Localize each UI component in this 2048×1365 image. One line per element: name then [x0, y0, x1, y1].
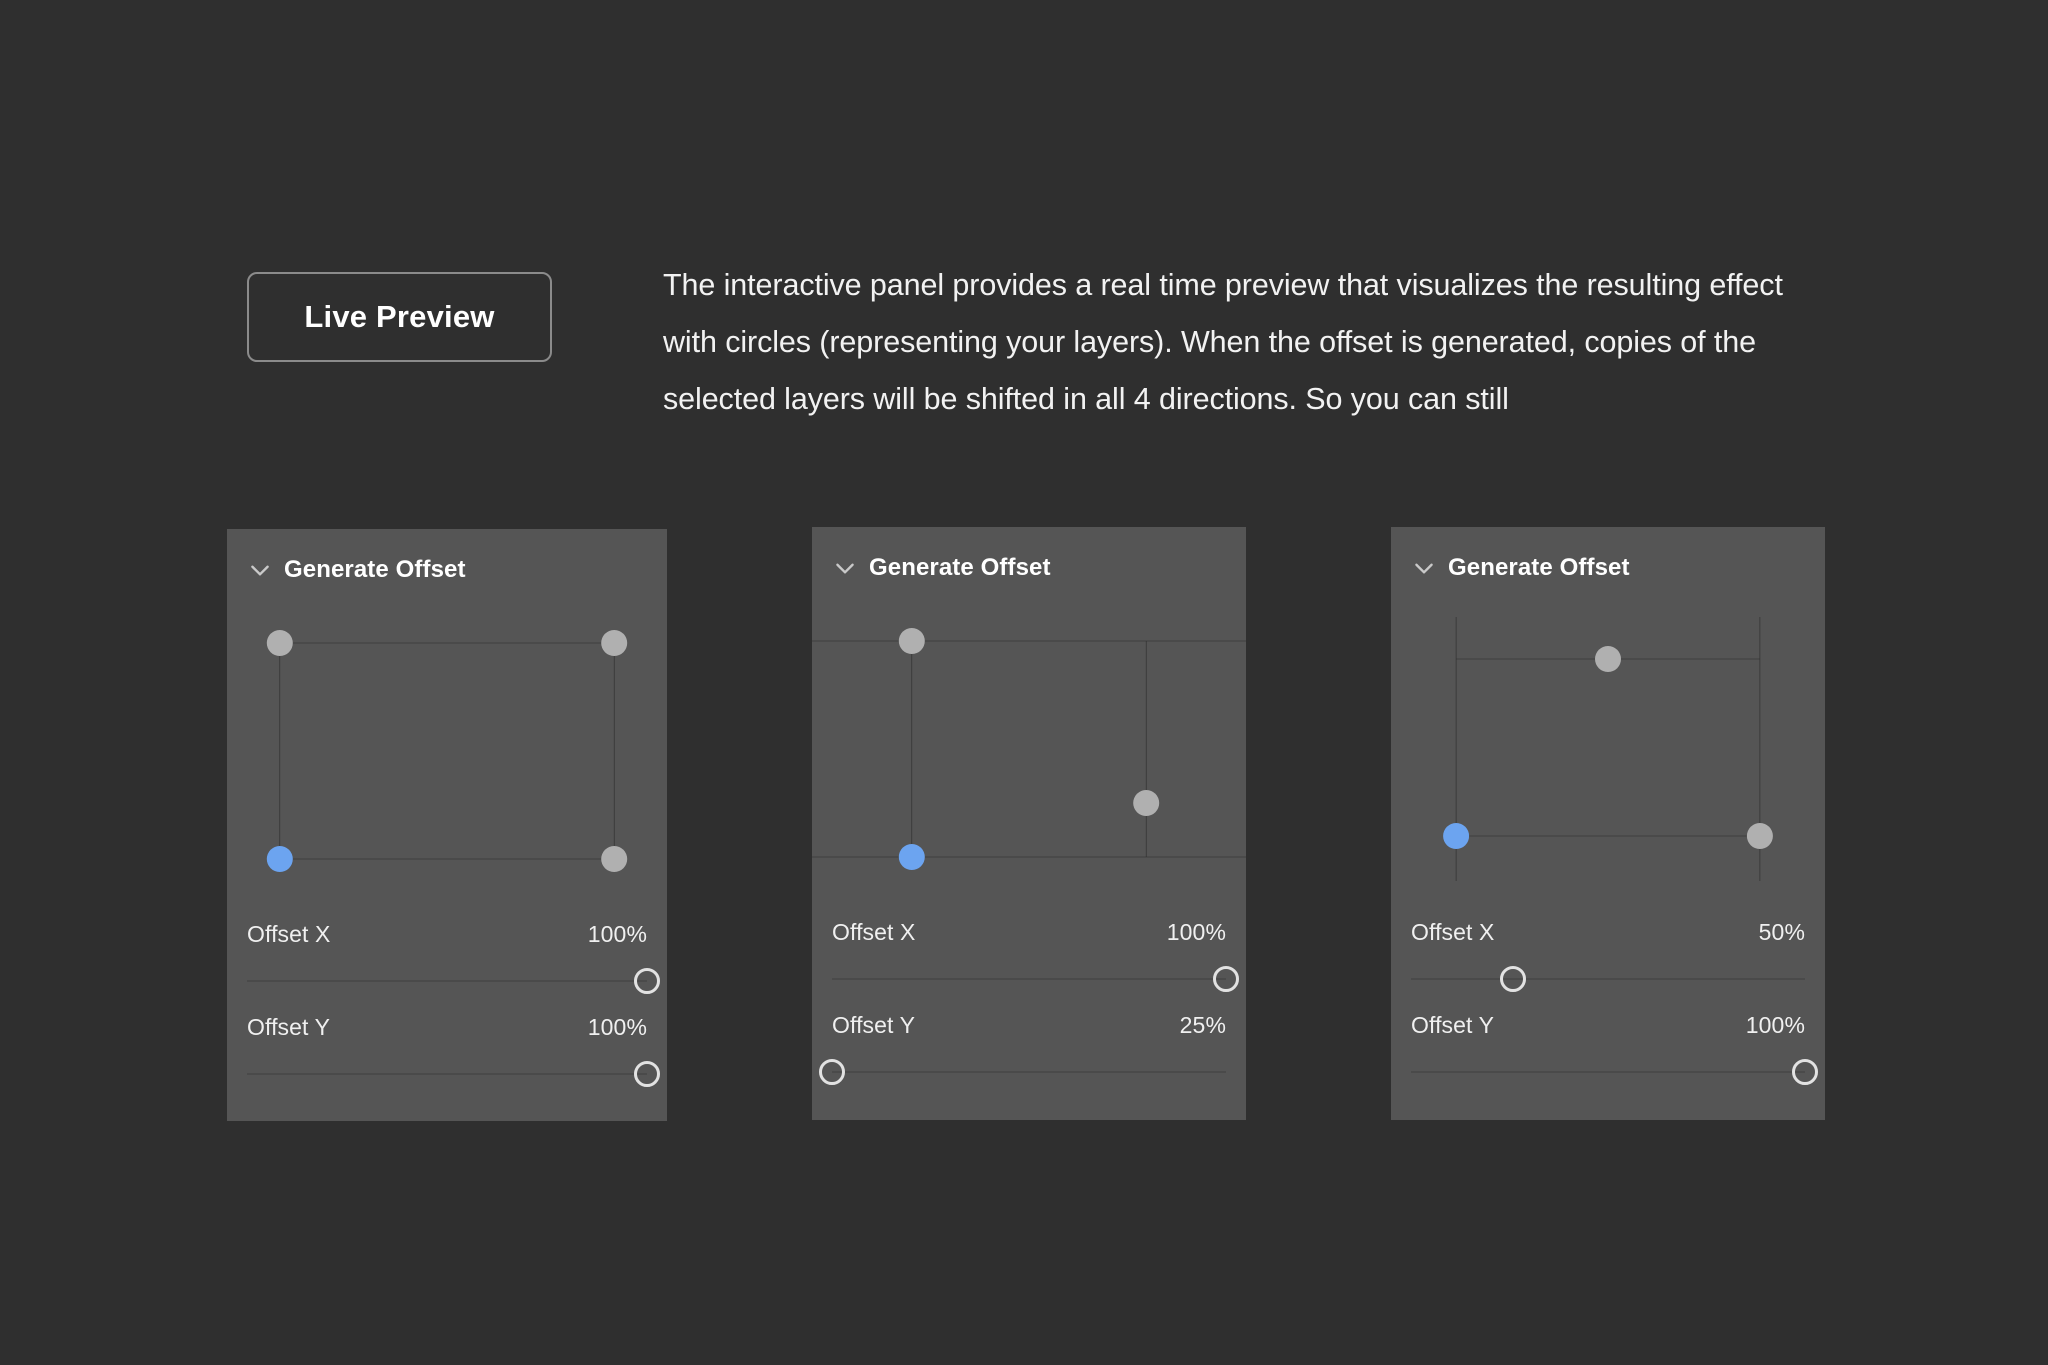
offset-y-label: Offset Y [832, 1012, 916, 1038]
chevron-down-icon[interactable] [1411, 555, 1437, 581]
offset-preview-stage[interactable] [812, 599, 1246, 899]
panel-title: Generate Offset [1448, 554, 1630, 581]
offset-x-labels: Offset X 100% [832, 919, 1226, 949]
offset-x-label: Offset X [832, 919, 916, 945]
offset-y-labels: Offset Y 100% [247, 1014, 647, 1044]
top-right-dot[interactable] [601, 630, 628, 656]
offset-x-slider-group: Offset X 50% [1391, 919, 1825, 999]
header-row: Live Preview The interactive panel provi… [0, 0, 2048, 430]
offset-x-slider[interactable] [247, 961, 660, 1001]
offset-x-handle[interactable] [1213, 966, 1239, 992]
offset-y-handle[interactable] [1792, 1059, 1818, 1085]
offset-x-track[interactable] [1411, 978, 1805, 980]
offset-y-track[interactable] [1411, 1071, 1805, 1073]
offset-y-value: 100% [1745, 1012, 1805, 1038]
panel-title: Generate Offset [284, 556, 466, 583]
bottom-left-dot[interactable] [266, 846, 293, 872]
generate-offset-panel: Generate Offset Offset X 100% Offset Y 1… [227, 529, 667, 1121]
offset-x-handle[interactable] [634, 968, 660, 994]
offset-y-handle[interactable] [634, 1061, 660, 1087]
top-left-dot[interactable] [898, 628, 925, 654]
panel-header[interactable]: Generate Offset [227, 551, 667, 589]
panel-header[interactable]: Generate Offset [1391, 549, 1825, 587]
offset-y-handle[interactable] [819, 1059, 845, 1085]
bottom-right-dot[interactable] [1746, 823, 1773, 849]
offset-y-labels: Offset Y 100% [1411, 1012, 1805, 1042]
offset-x-label: Offset X [1411, 919, 1495, 945]
bottom-right-dot[interactable] [601, 846, 628, 872]
offset-preview-dots [1443, 646, 1773, 849]
offset-x-labels: Offset X 100% [247, 921, 647, 951]
offset-y-track[interactable] [832, 1071, 1226, 1073]
offset-x-slider-group: Offset X 100% [227, 921, 667, 1001]
offset-x-labels: Offset X 50% [1411, 919, 1805, 949]
panel-header[interactable]: Generate Offset [812, 549, 1246, 587]
panel-title: Generate Offset [869, 554, 1051, 581]
offset-x-label: Offset X [247, 921, 331, 947]
offset-y-labels: Offset Y 25% [832, 1012, 1226, 1042]
offset-x-value: 50% [1758, 919, 1805, 945]
chevron-down-icon[interactable] [247, 557, 273, 583]
offset-x-handle[interactable] [1500, 966, 1527, 992]
offset-y-slider-group: Offset Y 100% [227, 1014, 667, 1094]
offset-preview-dots [266, 630, 628, 872]
offset-y-slider[interactable] [247, 1054, 660, 1094]
offset-x-value: 100% [587, 921, 647, 947]
offset-y-track[interactable] [247, 1073, 647, 1075]
live-preview-button[interactable]: Live Preview [247, 272, 552, 362]
intro-paragraph: The interactive panel provides a real ti… [663, 268, 1783, 416]
offset-x-value: 100% [1166, 919, 1226, 945]
offset-y-label: Offset Y [247, 1014, 331, 1040]
offset-x-track[interactable] [247, 980, 647, 982]
bottom-left-dot[interactable] [898, 844, 925, 870]
offset-y-slider[interactable] [1411, 1052, 1818, 1092]
offset-y-slider-group: Offset Y 100% [1391, 1012, 1825, 1092]
offset-preview-dots [898, 628, 1160, 870]
generate-offset-panel: Generate Offset Offset X 50% Offset Y 10… [1391, 527, 1825, 1120]
chevron-down-icon[interactable] [832, 555, 858, 581]
generate-offset-panel: Generate Offset Offset X 100% Offset Y 2… [812, 527, 1246, 1120]
offset-y-label: Offset Y [1411, 1012, 1495, 1038]
offset-y-slider-group: Offset Y 25% [812, 1012, 1246, 1092]
offset-x-slider-group: Offset X 100% [812, 919, 1246, 999]
offset-x-slider[interactable] [832, 959, 1239, 999]
top-dot[interactable] [1595, 646, 1621, 672]
offset-x-track[interactable] [832, 978, 1226, 980]
right-dot[interactable] [1133, 790, 1160, 816]
top-left-dot[interactable] [266, 630, 293, 656]
offset-y-slider[interactable] [819, 1052, 1226, 1092]
offset-y-value: 25% [1179, 1012, 1226, 1038]
offset-y-value: 100% [587, 1014, 647, 1040]
bottom-left-dot[interactable] [1443, 823, 1470, 849]
offset-preview-stage[interactable] [1391, 599, 1825, 899]
offset-preview-stage[interactable] [227, 601, 667, 901]
offset-x-slider[interactable] [1411, 959, 1805, 999]
